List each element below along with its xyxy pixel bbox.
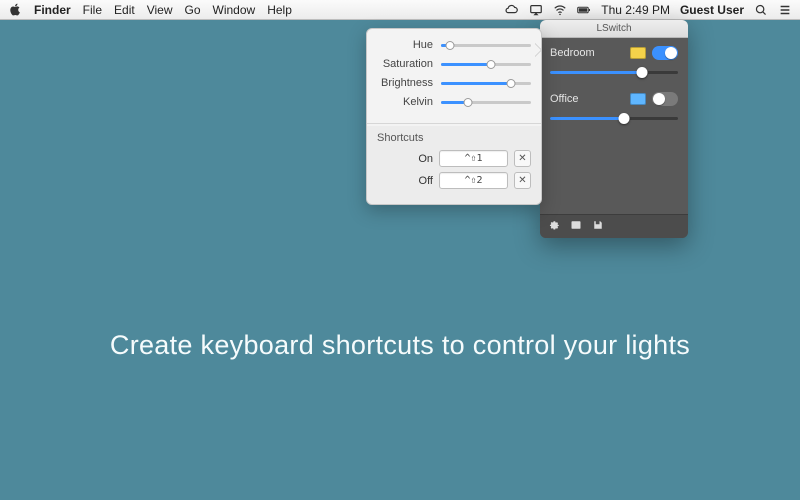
slider-row: Kelvin: [377, 96, 531, 108]
wifi-icon[interactable]: [553, 3, 567, 17]
shortcut-clear-button[interactable]: ✕: [514, 172, 531, 189]
gear-icon[interactable]: [548, 218, 560, 236]
slider-label: Brightness: [377, 77, 433, 89]
shortcut-clear-button[interactable]: ✕: [514, 150, 531, 167]
room-name[interactable]: Bedroom: [550, 47, 624, 59]
marketing-tagline: Create keyboard shortcuts to control you…: [0, 330, 800, 361]
slider-label: Kelvin: [377, 96, 433, 108]
shortcut-field-off[interactable]: ^⇧2: [439, 172, 508, 189]
mac-menubar: Finder File Edit View Go Window Help Thu…: [0, 0, 800, 20]
slider-row: Brightness: [377, 77, 531, 89]
room-color-swatch[interactable]: [630, 93, 646, 105]
room-toggle[interactable]: [652, 46, 678, 60]
menu-view[interactable]: View: [147, 3, 173, 17]
menu-window[interactable]: Window: [213, 3, 256, 17]
lswitch-title: LSwitch: [596, 23, 631, 34]
menu-go[interactable]: Go: [185, 3, 201, 17]
lswitch-titlebar[interactable]: LSwitch: [540, 20, 688, 38]
slider-row: Saturation: [377, 58, 531, 70]
cloud-icon[interactable]: [505, 3, 519, 17]
shortcut-label: Off: [377, 175, 433, 187]
slider-label: Hue: [377, 39, 433, 51]
lswitch-window: LSwitch Bedroom Office: [540, 20, 688, 238]
lswitch-footer: [540, 214, 688, 238]
hue-slider[interactable]: [441, 39, 531, 51]
room-name[interactable]: Office: [550, 93, 624, 105]
brightness-slider[interactable]: [441, 77, 531, 89]
room-row: Office: [550, 92, 678, 124]
shortcut-label: On: [377, 153, 433, 165]
save-icon[interactable]: [592, 218, 604, 236]
menubar-app-name[interactable]: Finder: [34, 3, 71, 17]
kelvin-slider[interactable]: [441, 96, 531, 108]
shortcut-row: Off ^⇧2 ✕: [377, 172, 531, 189]
menu-edit[interactable]: Edit: [114, 3, 135, 17]
battery-icon[interactable]: [577, 3, 591, 17]
room-row: Bedroom: [550, 46, 678, 78]
scenes-icon[interactable]: [570, 218, 582, 236]
light-settings-popover: Hue Saturation Brightness Kelvin Shortcu…: [366, 28, 542, 205]
menu-file[interactable]: File: [83, 3, 102, 17]
menubar-user[interactable]: Guest User: [680, 3, 744, 17]
apple-menu-icon[interactable]: [8, 3, 22, 17]
menubar-clock[interactable]: Thu 2:49 PM: [601, 3, 670, 17]
notification-center-icon[interactable]: [778, 3, 792, 17]
slider-row: Hue: [377, 39, 531, 51]
divider: [367, 123, 541, 124]
airplay-icon[interactable]: [529, 3, 543, 17]
shortcut-field-on[interactable]: ^⇧1: [439, 150, 508, 167]
room-toggle[interactable]: [652, 92, 678, 106]
slider-label: Saturation: [377, 58, 433, 70]
shortcut-row: On ^⇧1 ✕: [377, 150, 531, 167]
saturation-slider[interactable]: [441, 58, 531, 70]
room-brightness-slider[interactable]: [550, 66, 678, 78]
shortcuts-heading: Shortcuts: [377, 132, 531, 144]
menu-help[interactable]: Help: [267, 3, 292, 17]
room-brightness-slider[interactable]: [550, 112, 678, 124]
spotlight-icon[interactable]: [754, 3, 768, 17]
room-color-swatch[interactable]: [630, 47, 646, 59]
